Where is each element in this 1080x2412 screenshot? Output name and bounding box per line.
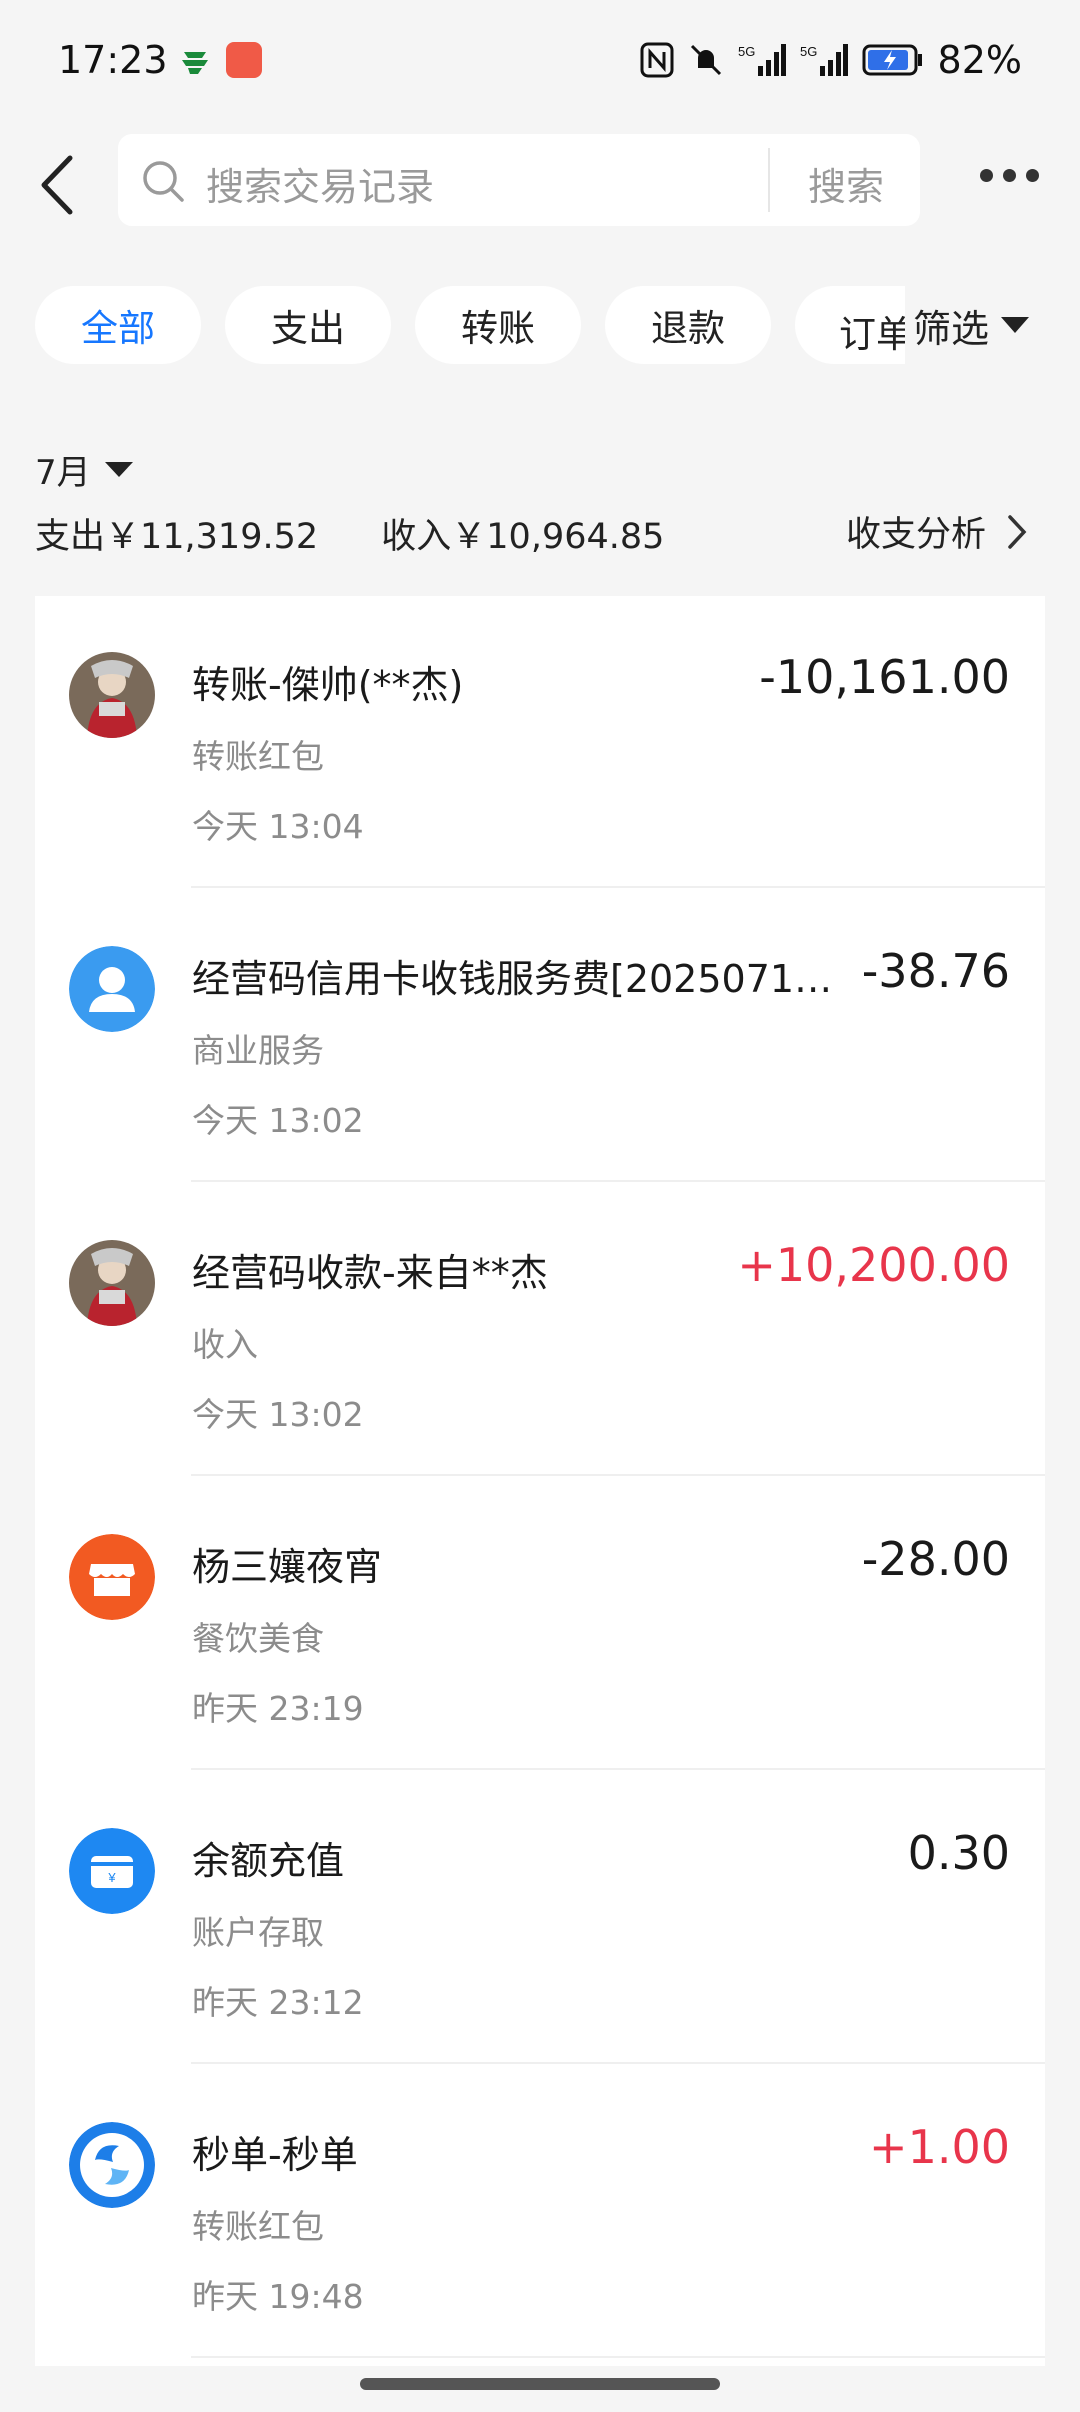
nfc-icon — [640, 42, 674, 78]
post-app-icon — [182, 52, 208, 74]
transaction-time: 昨天 19:48 — [192, 2277, 364, 2316]
svg-text:5G: 5G — [800, 44, 817, 59]
mute-bell-icon — [690, 44, 721, 76]
search-button[interactable]: 搜索 — [808, 156, 884, 211]
5g-signal-icon: 5G — [738, 44, 786, 76]
transaction-amount: -28.00 — [861, 1532, 1010, 1586]
svg-text:¥: ¥ — [107, 1870, 116, 1885]
transaction-amount: +1.00 — [869, 2120, 1010, 2174]
store-icon — [69, 1534, 155, 1620]
transaction-time: 今天 13:04 — [192, 807, 364, 846]
status-time: 17:23 — [58, 38, 168, 82]
transaction-row[interactable]: 经营码信用卡收钱服务费[20250711... 商业服务 今天 13:02 -3… — [35, 888, 1045, 1182]
person-icon — [69, 946, 155, 1032]
search-divider — [768, 148, 770, 212]
transaction-row[interactable]: 经营码收款-来自**杰 收入 今天 13:02 +10,200.00 — [35, 1182, 1045, 1476]
svg-text:5G: 5G — [738, 44, 755, 59]
transaction-amount: -38.76 — [861, 944, 1010, 998]
transaction-category: 账户存取 — [192, 1913, 324, 1952]
search-placeholder: 搜索交易记录 — [206, 165, 435, 209]
wallet-icon: ¥ — [69, 1828, 155, 1914]
more-options-icon[interactable] — [980, 160, 1044, 190]
transaction-amount: +10,200.00 — [737, 1238, 1010, 1292]
chip-order-label: 订单 — [839, 313, 913, 356]
filter-chips: 全部 支出 转账 退款 订单 筛选 — [0, 282, 1080, 370]
chip-all[interactable]: 全部 — [35, 286, 201, 364]
search-icon — [143, 161, 184, 202]
back-arrow-icon[interactable] — [34, 150, 84, 220]
transaction-row[interactable]: 杨三孃夜宵 餐饮美食 昨天 23:19 -28.00 — [35, 1476, 1045, 1770]
transaction-time: 昨天 23:12 — [192, 1983, 364, 2022]
chip-refund[interactable]: 退款 — [605, 286, 771, 364]
transaction-time: 昨天 23:19 — [192, 1689, 364, 1728]
filter-label: 筛选 — [913, 306, 990, 351]
month-summary: 支出￥11,319.52 收入￥10,964.85 — [35, 508, 716, 559]
chip-transfer[interactable]: 转账 — [415, 286, 581, 364]
battery-charging-icon — [862, 44, 922, 76]
analysis-label: 收支分析 — [845, 515, 986, 555]
row-divider — [191, 2356, 1045, 2358]
5g-signal-icon: 5G — [800, 44, 848, 76]
transaction-row[interactable]: 转账-傑帅(**杰) 转账红包 今天 13:04 -10,161.00 — [35, 596, 1045, 888]
transaction-row[interactable]: ¥ 余额充值 账户存取 昨天 23:12 0.30 — [35, 1770, 1045, 2064]
chip-expense[interactable]: 支出 — [225, 286, 391, 364]
status-bar: 17:23 5G 5G 82% — [0, 0, 1080, 120]
transaction-title: 余额充值 — [192, 1839, 345, 1883]
transaction-category: 餐饮美食 — [192, 1619, 324, 1658]
transaction-title: 杨三孃夜宵 — [192, 1545, 383, 1589]
transaction-list: 转账-傑帅(**杰) 转账红包 今天 13:04 -10,161.00 经营码信… — [35, 596, 1045, 2366]
notification-app-icon — [226, 42, 262, 78]
transaction-category: 收入 — [192, 1325, 258, 1364]
transaction-category: 商业服务 — [192, 1031, 324, 1070]
battery-percent: 82% — [937, 38, 1022, 82]
month-label: 7月 — [35, 453, 91, 493]
user-photo-avatar — [69, 652, 155, 738]
month-selector[interactable]: 7月 — [35, 445, 133, 494]
transaction-title: 转账-傑帅(**杰) — [192, 663, 464, 707]
transaction-amount: -10,161.00 — [759, 650, 1010, 704]
chevron-right-icon — [1008, 514, 1027, 549]
transaction-time: 今天 13:02 — [192, 1395, 364, 1434]
search-input[interactable]: 搜索交易记录 搜索 — [118, 134, 920, 226]
transaction-category: 转账红包 — [192, 2207, 324, 2246]
caret-down-icon — [1001, 317, 1030, 333]
transaction-amount: 0.30 — [907, 1826, 1010, 1880]
transaction-row[interactable]: 秒单-秒单 转账红包 昨天 19:48 +1.00 — [35, 2064, 1045, 2358]
caret-down-icon — [104, 462, 133, 477]
analysis-link[interactable]: 收支分析 — [846, 506, 1028, 557]
transaction-time: 今天 13:02 — [192, 1101, 364, 1140]
search-header: 搜索交易记录 搜索 — [0, 120, 1080, 240]
transaction-title: 秒单-秒单 — [192, 2133, 358, 2177]
transaction-title: 经营码信用卡收钱服务费[20250711... — [192, 957, 842, 1001]
income-total: 收入￥10,964.85 — [381, 517, 665, 557]
home-indicator[interactable] — [360, 2378, 720, 2390]
user-photo-avatar — [69, 1240, 155, 1326]
transaction-category: 转账红包 — [192, 737, 324, 776]
swirl-logo-icon — [69, 2122, 155, 2208]
filter-button[interactable]: 筛选 — [905, 282, 1080, 368]
expense-total: 支出￥11,319.52 — [35, 517, 319, 557]
transaction-title: 经营码收款-来自**杰 — [192, 1251, 548, 1295]
